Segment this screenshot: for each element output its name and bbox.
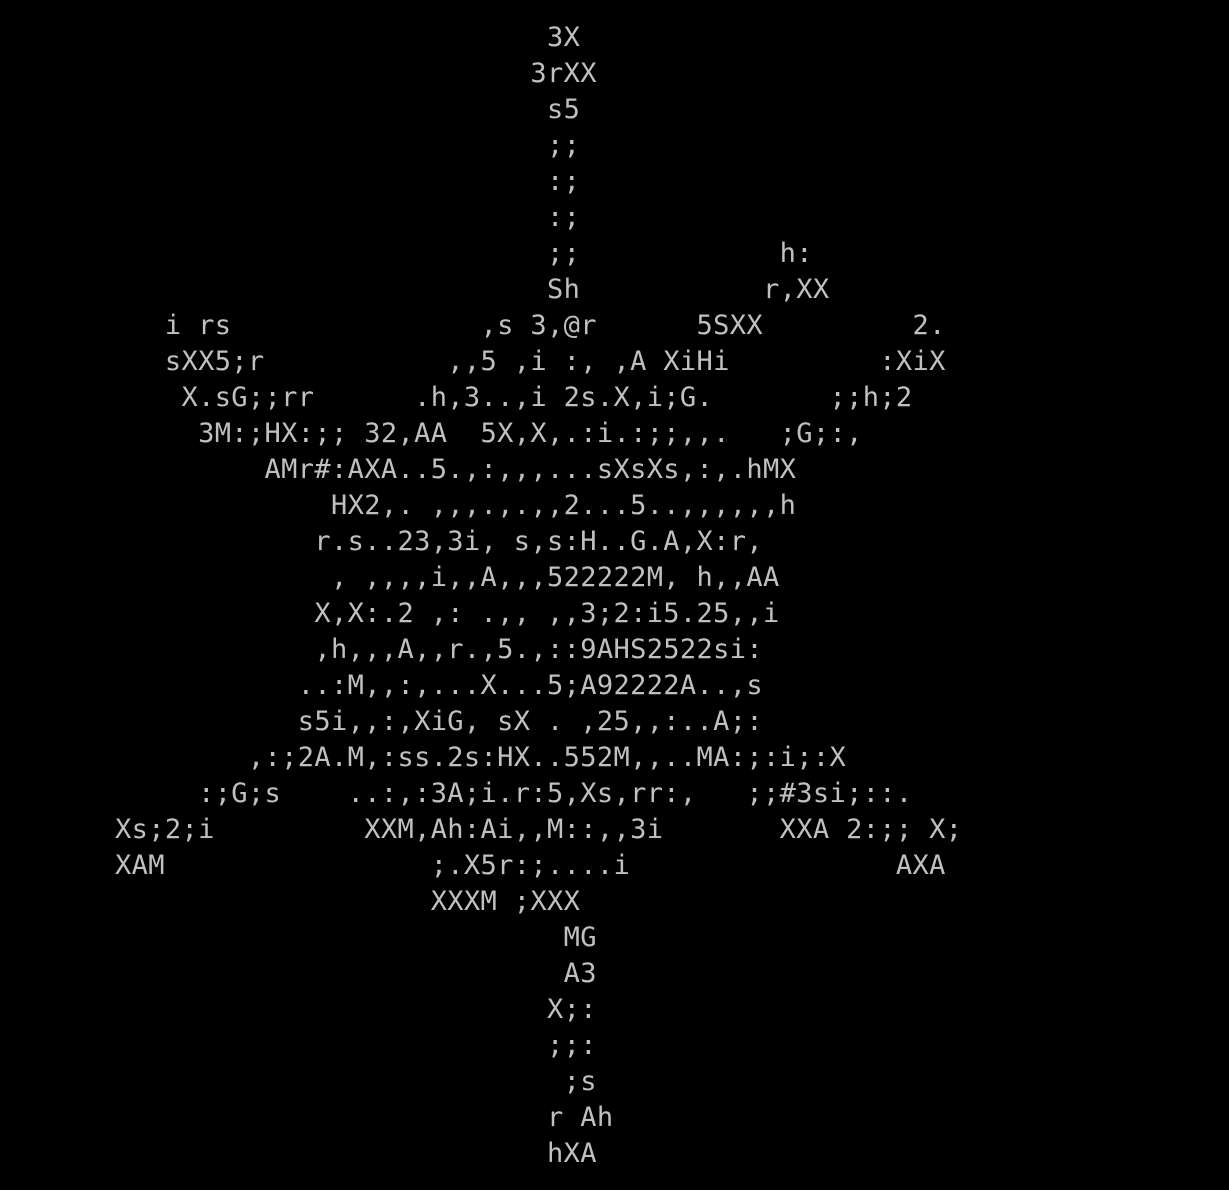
ascii-line: 3rXX xyxy=(115,58,597,89)
ascii-line: HX2,. ,,,.,.,,2...5..,,,,,,h xyxy=(115,490,797,521)
ascii-line: 3M:;HX:;; 32,AA 5X,X,.:i.:;;,,. ;G;:, xyxy=(115,418,863,449)
ascii-line: ;s xyxy=(115,1066,597,1097)
terminal-window: 3X 3rXX s5 ;; :; :; ;; h: Sh r,XX i rs ,… xyxy=(0,0,1229,1190)
ascii-line: ,:;2A.M,:ss.2s:HX..552M,,..MA:;:i;:X xyxy=(115,742,847,773)
ascii-line: Xs;2;i XXM,Ah:Ai,,M::,,3i XXA 2:;; X; xyxy=(115,814,963,845)
ascii-line: ;; xyxy=(115,130,581,161)
ascii-line: AMr#:AXA..5.,:,,,...sXsXs,:,.hMX xyxy=(115,454,797,485)
ascii-line: , ,,,,i,,A,,,522222M, h,,AA xyxy=(115,562,780,593)
ascii-line: r.s..23,3i, s,s:H..G.A,X:r, xyxy=(115,526,763,557)
ascii-line: XXXM ;XXX xyxy=(115,886,581,917)
ascii-art: 3X 3rXX s5 ;; :; :; ;; h: Sh r,XX i rs ,… xyxy=(115,20,962,1172)
ascii-line: XAM ;.X5r:;....i AXA xyxy=(115,850,946,881)
ascii-line: r Ah xyxy=(115,1102,614,1133)
ascii-line: Sh r,XX xyxy=(115,274,830,305)
ascii-line: X;: xyxy=(115,994,597,1025)
ascii-line: X.sG;;rr .h,3..,i 2s.X,i;G. ;;h;2 xyxy=(115,382,913,413)
ascii-line: 3X xyxy=(115,22,581,53)
ascii-line: :; xyxy=(115,202,581,233)
ascii-line: sXX5;r ,,5 ,i :, ,A XiHi :XiX xyxy=(115,346,946,377)
ascii-line: X,X:.2 ,: .,, ,,3;2:i5.25,,i xyxy=(115,598,780,629)
ascii-line: ..:M,,:,...X...5;A92222A..,s xyxy=(115,670,763,701)
ascii-line: ;; h: xyxy=(115,238,813,269)
ascii-line: ,h,,,A,,r.,5.,::9AHS2522si: xyxy=(115,634,763,665)
ascii-line: A3 xyxy=(115,958,597,989)
ascii-line: :;G;s ..:,:3A;i.r:5,Xs,rr:, ;;#3si;::. xyxy=(115,778,913,809)
ascii-line: hXA xyxy=(115,1138,597,1169)
ascii-line: i rs ,s 3,@r 5SXX 2. xyxy=(115,310,946,341)
ascii-line: s5i,,:,XiG, sX . ,25,,:..A;: xyxy=(115,706,763,737)
ascii-line: ;;: xyxy=(115,1030,597,1061)
ascii-line: MG xyxy=(115,922,597,953)
ascii-line: s5 xyxy=(115,94,581,125)
ascii-line: :; xyxy=(115,166,581,197)
